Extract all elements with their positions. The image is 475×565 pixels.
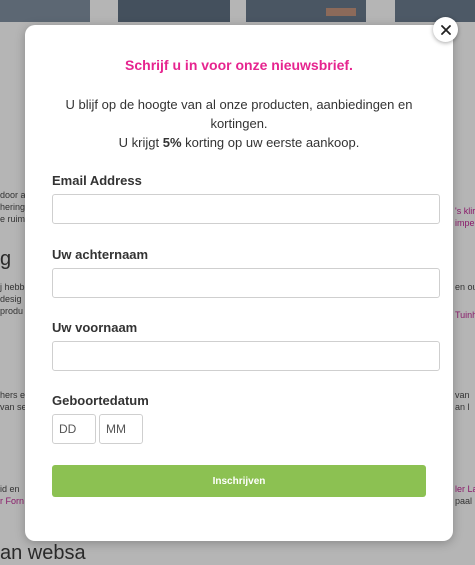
bg-text: produ [0, 306, 24, 316]
intro-text: U krijgt [118, 135, 163, 150]
close-icon [440, 24, 451, 35]
intro-text: korting op uw eerste aankoop. [181, 135, 360, 150]
product-photo [246, 0, 366, 22]
bg-footer-heading: an websa [0, 542, 86, 564]
subscribe-button[interactable]: Inschrijven [52, 465, 426, 497]
bg-link[interactable]: r Forn [0, 496, 24, 507]
modal-title: Schrijf u in voor onze nieuwsbrief. [125, 57, 353, 73]
modal-intro: U blijf op de hoogte van al onze product… [65, 95, 413, 152]
bg-text: paal [455, 496, 473, 506]
bg-text: hers e [0, 390, 26, 400]
bg-text: door a [0, 190, 26, 200]
bg-text: van se [0, 402, 27, 412]
firstname-field[interactable] [52, 341, 440, 371]
bg-heading: g [0, 248, 12, 270]
firstname-label: Uw voornaam [52, 320, 138, 335]
bg-text: e ruim [0, 214, 26, 224]
birth-day-field[interactable] [52, 414, 96, 444]
bg-text: hering [0, 202, 26, 212]
bg-link[interactable]: ler La [455, 484, 475, 495]
product-tag [326, 8, 356, 16]
bg-text: an l [455, 402, 470, 412]
birth-month-field[interactable] [99, 414, 143, 444]
product-photo [118, 0, 230, 22]
close-button[interactable] [433, 17, 458, 42]
lastname-field[interactable] [52, 268, 440, 298]
email-field[interactable] [52, 194, 440, 224]
bg-link[interactable]: Tuinh [455, 310, 475, 321]
bg-link[interactable]: 's klir [455, 206, 475, 217]
intro-discount-line: U krijgt 5% korting op uw eerste aankoop… [65, 133, 413, 152]
intro-line: U blijf op de hoogte van al onze product… [65, 97, 413, 131]
lastname-label: Uw achternaam [52, 247, 149, 262]
bg-link[interactable]: impe [455, 218, 475, 229]
email-label: Email Address [52, 173, 142, 188]
product-photo [395, 0, 475, 22]
newsletter-modal: Schrijf u in voor onze nieuwsbrief. U bl… [25, 25, 453, 541]
birthdate-label: Geboortedatum [52, 393, 149, 408]
product-photo [0, 0, 90, 22]
bg-text: desig [0, 294, 22, 304]
bg-text: van [455, 390, 470, 400]
bg-text: j hebb [0, 282, 25, 292]
bg-text: id en [0, 484, 20, 494]
discount-value: 5% [162, 135, 182, 150]
bg-text: en ou [455, 282, 475, 292]
